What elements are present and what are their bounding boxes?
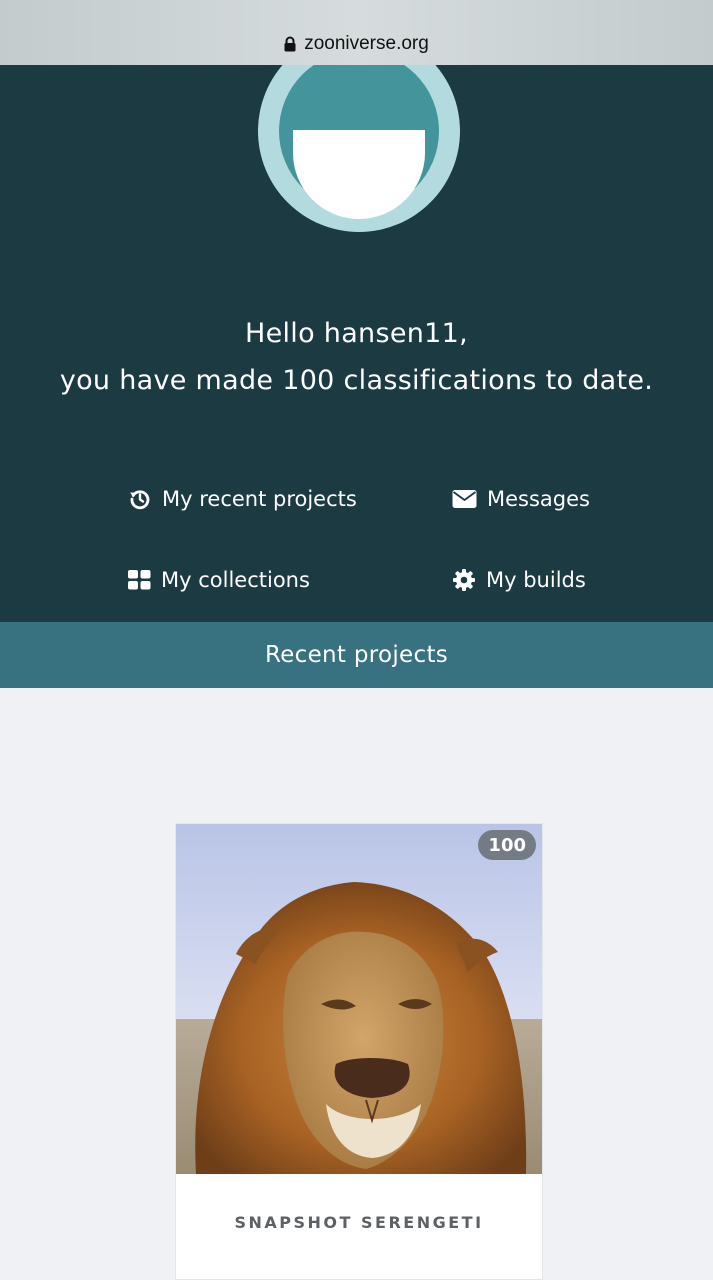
history-icon [130,490,150,510]
nav-my-collections[interactable]: My collections [128,563,310,597]
project-name[interactable]: SNAPSHOT SERENGETI [176,1174,542,1270]
hero-section: Hello hansen11, you have made 100 classi… [0,65,713,622]
browser-url-bar[interactable]: zooniverse.org [0,0,713,65]
classification-count-badge: 100 [478,830,536,860]
zooniverse-avatar-icon [258,65,460,232]
nav-label: My builds [486,568,586,592]
envelope-icon [452,490,477,508]
lion-photo [176,824,542,1174]
recent-projects-header: Recent projects [0,622,713,688]
project-image[interactable]: 100 [176,824,542,1174]
nav-my-builds[interactable]: My builds [452,563,586,597]
nav-label: My collections [161,568,310,592]
project-card-snapshot-serengeti[interactable]: 100 SNAPSHOT SERENGETI [175,823,543,1280]
gear-icon [453,569,475,591]
grid-icon [128,570,151,590]
nav-messages[interactable]: Messages [452,482,590,516]
lock-icon [284,36,296,52]
greeting-line-2: you have made 100 classifications to dat… [59,365,654,396]
nav-label: My recent projects [162,487,357,511]
url-text: zooniverse.org [304,33,429,54]
greeting-text: Hello hansen11, you have made 100 classi… [0,310,713,404]
section-title: Recent projects [264,642,449,668]
greeting-line-1: Hello hansen11, [244,318,469,349]
url-display[interactable]: zooniverse.org [284,33,429,55]
nav-label: Messages [487,487,590,511]
nav-my-recent-projects[interactable]: My recent projects [128,482,357,516]
